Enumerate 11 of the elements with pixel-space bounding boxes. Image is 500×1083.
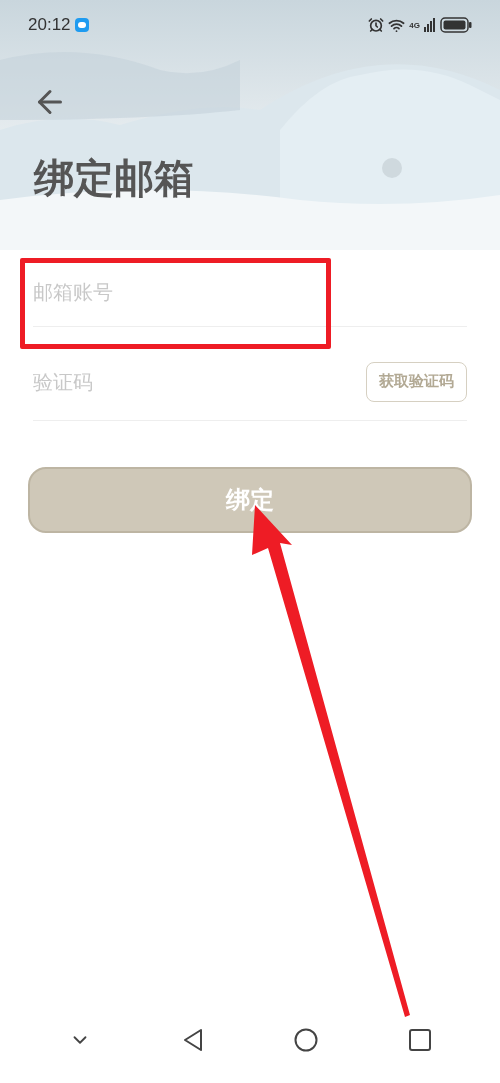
- get-code-button[interactable]: 获取验证码: [366, 361, 467, 402]
- alarm-icon: [368, 17, 385, 33]
- page-title: 绑定邮箱: [32, 158, 195, 198]
- recents-nav-button[interactable]: [408, 1029, 431, 1051]
- network-label: 4G: [409, 21, 420, 30]
- battery-icon: [440, 17, 472, 33]
- home-nav-button[interactable]: [294, 1028, 319, 1052]
- signal-icon: [424, 18, 436, 32]
- bind-button[interactable]: 绑定: [28, 467, 472, 533]
- back-nav-button[interactable]: [181, 1028, 204, 1052]
- status-time: 20:12: [28, 14, 71, 37]
